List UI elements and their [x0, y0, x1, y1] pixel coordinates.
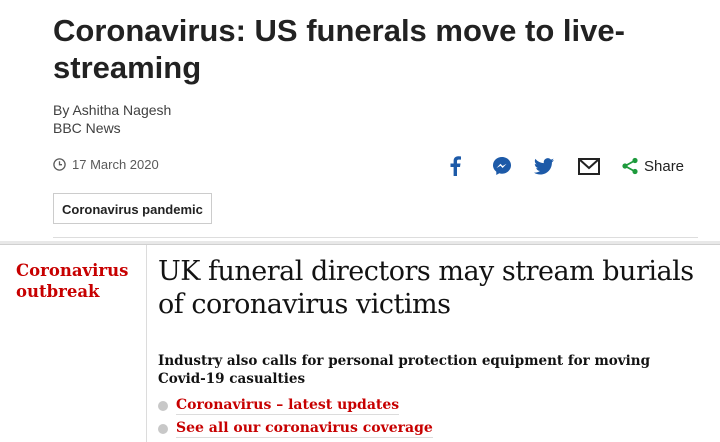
publish-date: 17 March 2020: [53, 157, 159, 172]
guardian-headline-line-2: of coronavirus victims: [158, 289, 451, 320]
column-divider: [146, 245, 147, 442]
facebook-icon[interactable]: [445, 155, 465, 177]
list-item: See all our coronavirus coverage: [158, 417, 433, 440]
bullet-icon: [158, 423, 168, 434]
share-toolbar: Share: [445, 154, 684, 178]
related-links: Coronavirus – latest updates See all our…: [158, 394, 433, 440]
twitter-icon[interactable]: [533, 155, 555, 177]
divider: [53, 237, 698, 238]
bbc-headline: Coronavirus: US funerals move to live- s…: [53, 12, 693, 86]
messenger-icon[interactable]: [491, 155, 513, 177]
kicker-line-1: Coronavirus: [16, 261, 129, 280]
standfirst-line-1: Industry also calls for personal protect…: [158, 353, 651, 369]
share-label: Share: [644, 157, 685, 175]
bullet-icon: [158, 400, 168, 411]
share-icon: [621, 157, 639, 175]
standfirst: Industry also calls for personal protect…: [158, 352, 678, 388]
clock-icon: [53, 158, 66, 171]
byline: By Ashitha Nagesh BBC News: [53, 101, 171, 137]
guardian-article-header: Coronavirus outbreak UK funeral director…: [0, 245, 720, 442]
list-item: Coronavirus – latest updates: [158, 394, 433, 417]
email-icon[interactable]: [577, 155, 601, 177]
bbc-headline-line-1: Coronavirus: US funerals move to live-: [53, 13, 625, 48]
latest-updates-link[interactable]: Coronavirus – latest updates: [176, 397, 400, 415]
kicker-line-2: outbreak: [16, 282, 100, 301]
share-button[interactable]: Share: [621, 157, 684, 175]
topic-tag-button[interactable]: Coronavirus pandemic: [53, 193, 212, 224]
standfirst-line-2: Covid-19 casualties: [158, 371, 306, 387]
bbc-article-header: Coronavirus: US funerals move to live- s…: [0, 0, 720, 240]
guardian-headline-line-1: UK funeral directors may stream burials: [158, 256, 694, 287]
coverage-link[interactable]: See all our coronavirus coverage: [176, 420, 433, 438]
guardian-headline: UK funeral directors may stream burials …: [158, 255, 718, 321]
date-text: 17 March 2020: [72, 157, 159, 172]
author-name: By Ashitha Nagesh: [53, 102, 172, 118]
bbc-headline-line-2: streaming: [53, 50, 202, 85]
publication-name: BBC News: [53, 120, 121, 136]
section-kicker-link[interactable]: Coronavirus outbreak: [16, 260, 136, 302]
